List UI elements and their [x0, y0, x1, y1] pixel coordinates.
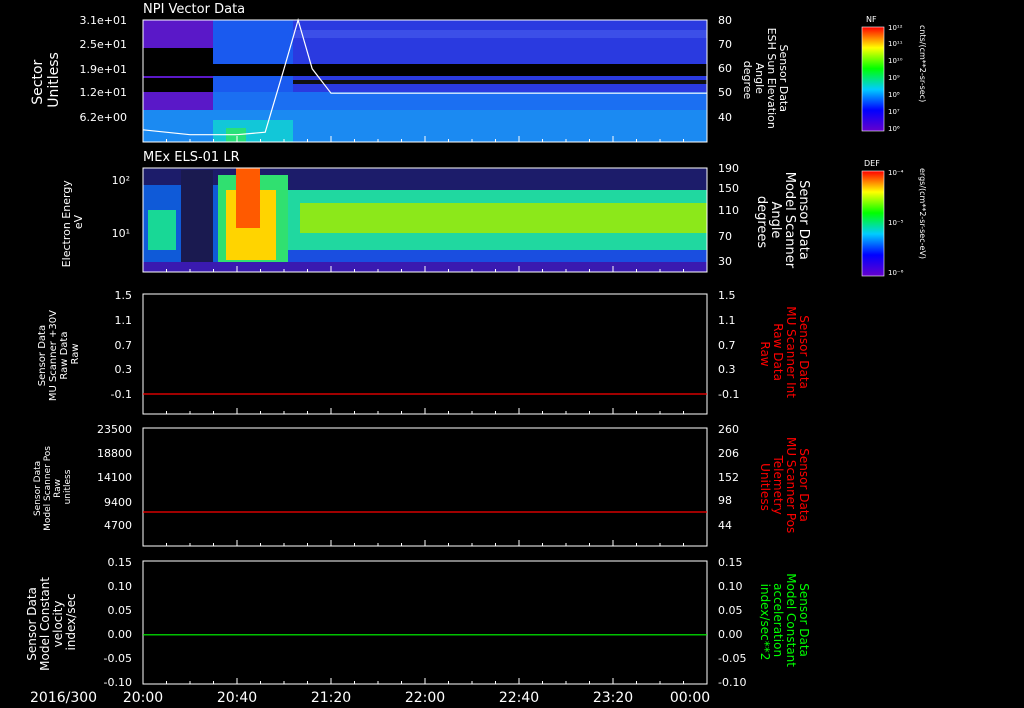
npi-right-label: Sensor Data ESH Sun Elevation Angle degr…: [741, 28, 790, 133]
scanner-int-right-tick: -0.1: [718, 388, 739, 401]
model-const-left-tick: -0.05: [104, 652, 132, 665]
npi-right-tick: 40: [718, 111, 732, 124]
scanner-pos-left-tick: 23500: [97, 423, 132, 436]
model-const-left-label: Sensor Data Model Constant velocity inde…: [25, 573, 78, 671]
els-left-tick: 10²: [112, 174, 130, 187]
def-colorbar-tick: 10⁻⁶: [888, 269, 904, 277]
npi-right-tick: 80: [718, 14, 732, 27]
scanner-pos-left-tick: 9400: [104, 496, 132, 509]
npi-left-tick: 1.2e+01: [80, 86, 127, 99]
scanner-int-right-tick: 0.7: [718, 339, 736, 352]
nf-colorbar-tick: 10¹²: [888, 24, 903, 32]
model-const-left-tick: 0.10: [108, 580, 133, 593]
scanner-int-right-tick: 1.1: [718, 314, 736, 327]
els-right-tick: 30: [718, 255, 732, 268]
scanner-30v-left-tick: -0.1: [111, 388, 132, 401]
def-colorbar-tag: DEF: [864, 159, 880, 168]
scanner-pos-right-tick: 98: [718, 494, 732, 507]
def-colorbar-unit: ergs/(cm**2-sr-sec-eV): [918, 168, 927, 259]
scanner-pos-frame: [142, 427, 708, 547]
npi-heatmap: [143, 20, 707, 142]
scanner-30v-left-tick: 0.3: [115, 363, 133, 376]
els-left-label: Electron Energy eV: [60, 177, 85, 268]
nf-colorbar: NF 10¹² 10¹¹ 10¹⁰ 10⁹ 10⁸ 10⁷ 10⁶ cnts/(…: [861, 15, 927, 133]
scanner-30v-left-tick: 1.5: [115, 289, 133, 302]
time-tick-label: 20:00: [123, 690, 163, 706]
scanner-pos-left-tick: 14100: [97, 471, 132, 484]
npi-right-tick: 50: [718, 86, 732, 99]
scanner-pos-right-tick: 44: [718, 519, 732, 532]
els-right-tick: 190: [718, 162, 739, 175]
scanner-pos-left-label: Sensor Data Model Scanner Pos Raw unitle…: [33, 443, 73, 531]
time-tick-label: 22:00: [405, 690, 445, 706]
model-const-right-tick: -0.10: [718, 676, 746, 689]
date-label: 2016/300: [30, 690, 97, 706]
scanner-30v-left-tick: 1.1: [115, 314, 133, 327]
model-const-right-tick: 0.05: [718, 604, 743, 617]
scanner-pos-right-label: Sensor Data MU Scanner Pos Telemetry Uni…: [758, 437, 811, 537]
scanner-30v-left-label: Sensor Data MU Scanner +30V Raw Data Raw: [37, 307, 81, 401]
scanner-pos-right-tick: 260: [718, 423, 739, 436]
npi-title: NPI Vector Data: [143, 2, 245, 17]
model-constant-frame: [142, 560, 708, 685]
nf-colorbar-unit: cnts/(cm**2-sr-sec): [918, 25, 927, 102]
els-panel: [142, 167, 708, 273]
model-const-right-tick: 0.10: [718, 580, 743, 593]
nf-colorbar-tick: 10⁸: [888, 91, 900, 99]
def-colorbar-tick: 10⁻⁴: [888, 169, 904, 177]
model-const-right-label: Sensor Data Model Constant acceleration …: [758, 573, 811, 671]
nf-colorbar-tick: 10⁷: [888, 108, 900, 116]
npi-left-tick: 3.1e+01: [80, 14, 127, 27]
nf-colorbar-tick: 10¹¹: [888, 40, 903, 48]
model-const-left-tick: 0.05: [108, 604, 133, 617]
scanner-30v-frame: [142, 293, 708, 415]
npi-left-tick: 6.2e+00: [80, 111, 127, 124]
els-heatmap: [143, 168, 707, 272]
npi-right-tick: 70: [718, 38, 732, 51]
model-const-left-tick: 0.00: [108, 628, 133, 641]
nf-colorbar-tag: NF: [866, 15, 877, 24]
npi-left-tick: 2.5e+01: [80, 38, 127, 51]
els-title: MEx ELS-01 LR: [143, 150, 240, 165]
model-const-right-tick: 0.00: [718, 628, 743, 641]
model-const-right-tick: -0.05: [718, 652, 746, 665]
spectrogram-figure: NPI Vector Data MEx ELS-01 LR 3.1e+01 2.…: [25, 2, 927, 706]
els-right-tick: 150: [718, 182, 739, 195]
npi-left-label: Sector Unitless: [30, 52, 62, 108]
npi-panel: [142, 17, 708, 143]
scanner-int-right-tick: 0.3: [718, 363, 736, 376]
scanner-int-right-tick: 1.5: [718, 289, 736, 302]
model-const-left-tick: -0.10: [104, 676, 132, 689]
els-right-tick: 70: [718, 230, 732, 243]
scanner-int-right-label: Sensor Data MU Scanner Int Raw Data Raw: [758, 306, 811, 402]
time-tick-label: 22:40: [499, 690, 539, 706]
npi-left-tick: 1.9e+01: [80, 63, 127, 76]
nf-colorbar-tick: 10⁹: [888, 74, 900, 82]
scanner-30v-left-tick: 0.7: [115, 339, 133, 352]
nf-colorbar-tick: 10⁶: [888, 125, 900, 133]
els-right-label: Sensor Data Model Scanner Angle degrees: [754, 172, 811, 273]
time-tick-label: 20:40: [217, 690, 257, 706]
time-tick-label: 23:20: [593, 690, 633, 706]
npi-right-tick: 60: [718, 62, 732, 75]
scanner-pos-left-tick: 4700: [104, 519, 132, 532]
scanner-pos-right-tick: 206: [718, 447, 739, 460]
scanner-pos-left-tick: 18800: [97, 447, 132, 460]
def-colorbar: DEF 10⁻⁴ 10⁻⁵ 10⁻⁶ ergs/(cm**2-sr-sec-eV…: [861, 159, 927, 277]
model-const-right-tick: 0.15: [718, 556, 743, 569]
scanner-pos-right-tick: 152: [718, 471, 739, 484]
nf-colorbar-tick: 10¹⁰: [888, 57, 903, 65]
els-right-tick: 110: [718, 204, 739, 217]
els-left-tick: 10¹: [112, 227, 130, 240]
def-colorbar-tick: 10⁻⁵: [888, 219, 904, 227]
model-const-left-tick: 0.15: [108, 556, 133, 569]
time-tick-label: 00:00: [670, 690, 710, 706]
time-tick-label: 21:20: [311, 690, 351, 706]
